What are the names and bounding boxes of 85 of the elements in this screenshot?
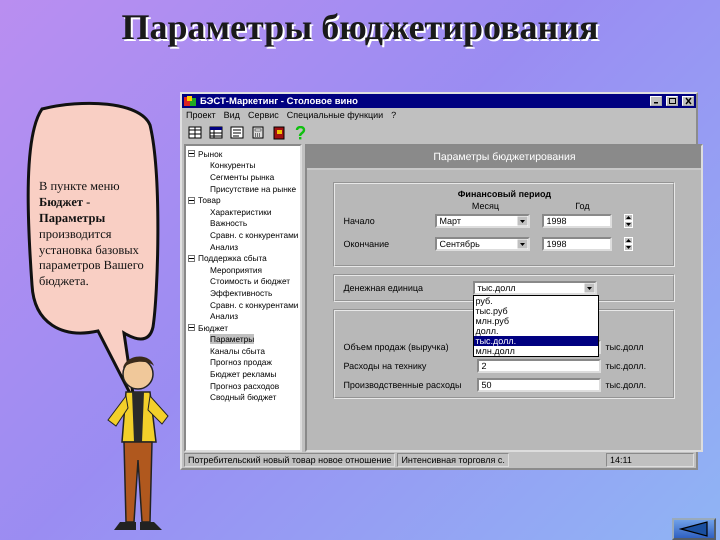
spin-button[interactable] (624, 237, 634, 251)
tree-item[interactable]: Анализ (210, 242, 238, 252)
minus-icon (189, 151, 194, 156)
month-dropdown[interactable]: Март (435, 214, 530, 228)
field-label: Объем продаж (выручка) (343, 342, 450, 352)
door-icon[interactable] (272, 126, 286, 140)
tree-item[interactable]: Бюджет рекламы (210, 369, 276, 380)
tree-item[interactable]: Прогноз расходов (210, 380, 280, 391)
expander-icon[interactable] (188, 196, 195, 204)
callout-text: В пункте меню Бюджет - Параметры производится установка базовых параметров Вашего бюджета. (39, 179, 145, 290)
maximize-icon (668, 97, 676, 105)
tree-item[interactable]: Рынок (198, 148, 222, 159)
year-field[interactable]: 1998 (542, 237, 612, 251)
unit-label: тыс.долл. (605, 361, 648, 371)
menu-item[interactable]: Специальные функции (286, 110, 384, 120)
calculator-icon[interactable] (251, 126, 265, 140)
expander-icon[interactable] (188, 254, 195, 262)
column-label: Месяц (470, 201, 500, 211)
unit-label: тыс.долл. (605, 380, 648, 390)
dropdown-option[interactable]: долл. (474, 326, 598, 336)
dropdown-option[interactable]: тыс.долл. (474, 336, 598, 346)
spin-button[interactable] (624, 214, 634, 228)
tree-item[interactable]: Конкуренты (210, 160, 256, 170)
caret-icon[interactable] (517, 239, 528, 249)
status-text: 14:11 (606, 453, 694, 467)
field-label: Расходы на технику (343, 361, 428, 371)
tree-item[interactable]: Анализ (210, 311, 238, 322)
tree-item[interactable]: Поддержка сбыта (198, 253, 267, 264)
year-field[interactable]: 1998 (542, 214, 612, 228)
group-title: Финансовый период (456, 189, 552, 199)
tree-item[interactable]: Прогноз продаж (210, 357, 272, 368)
tree-item[interactable]: Эффективность (210, 288, 272, 298)
app-icon (184, 96, 196, 106)
unit-label: тыс.долл (605, 342, 645, 352)
menu-item[interactable]: Вид (224, 110, 240, 120)
panel-header: Параметры бюджетирования (307, 146, 702, 170)
caret-icon[interactable] (584, 283, 596, 293)
minimize-button[interactable] (650, 96, 662, 106)
grid-icon[interactable] (188, 126, 202, 140)
tree-item[interactable]: Стоимость и бюджет (210, 276, 290, 286)
maximize-button[interactable] (666, 96, 678, 106)
tree-item[interactable]: Присутствие на рынке (210, 184, 296, 194)
minus-icon (189, 198, 194, 203)
column-label: Год (574, 201, 591, 211)
slide-title: Параметры бюджетирования (122, 6, 598, 48)
menu-item[interactable]: ? (391, 110, 396, 120)
tree-item[interactable]: Мероприятия (210, 264, 262, 275)
field-label: Окончание (343, 239, 390, 249)
input-field[interactable]: 50 (477, 378, 602, 392)
caret-icon[interactable] (517, 216, 528, 226)
tree-item[interactable]: Каналы сбыта (210, 346, 265, 356)
field-label: Производственные расходы (343, 380, 462, 390)
table-icon[interactable] (209, 126, 223, 140)
tree-item[interactable]: Товар (198, 195, 221, 206)
field-label: Денежная единица (343, 283, 424, 293)
close-button[interactable] (682, 96, 694, 106)
menu-item[interactable]: Проект (186, 110, 216, 120)
field-label: Начало (343, 216, 376, 226)
tree-item[interactable]: Бюджет (198, 322, 228, 333)
dropdown-option[interactable]: тыс.руб (474, 306, 598, 316)
input-field[interactable]: 2 (477, 359, 602, 373)
dropdown-option[interactable]: млн.долл (474, 346, 598, 356)
window-title: БЭСТ-Маркетинг - Столовое вино (200, 96, 359, 106)
tree-item[interactable]: Сравн. с конкурентами (210, 300, 298, 310)
close-icon (684, 97, 692, 105)
minus-icon (189, 325, 194, 330)
status-text: Интенсивная торговля с. (397, 453, 509, 467)
status-text: Потребительский новый товар новое отношение (184, 453, 396, 467)
tree-item[interactable]: Характеристики (210, 206, 272, 217)
minus-icon (189, 256, 194, 261)
tree-item[interactable]: Сегменты рынка (210, 172, 274, 182)
month-dropdown[interactable]: Сентябрь (435, 237, 530, 251)
tree-item[interactable]: Параметры (210, 334, 254, 344)
currency-dropdown[interactable]: тыс.долл (473, 281, 598, 295)
back-button[interactable] (672, 518, 716, 540)
tree-item[interactable]: Сравн. с конкурентами (210, 230, 298, 240)
arrow-left-icon (679, 521, 709, 537)
tree-item[interactable]: Важность (210, 218, 248, 228)
tree-item[interactable]: Сводный бюджет (210, 392, 276, 402)
expander-icon[interactable] (188, 150, 195, 158)
menu-item[interactable]: Сервис (248, 110, 279, 120)
list-icon[interactable] (230, 126, 244, 140)
expander-icon[interactable] (188, 324, 195, 332)
dropdown-option[interactable]: руб. (474, 296, 598, 306)
dropdown-option[interactable]: млн.руб (474, 316, 598, 326)
